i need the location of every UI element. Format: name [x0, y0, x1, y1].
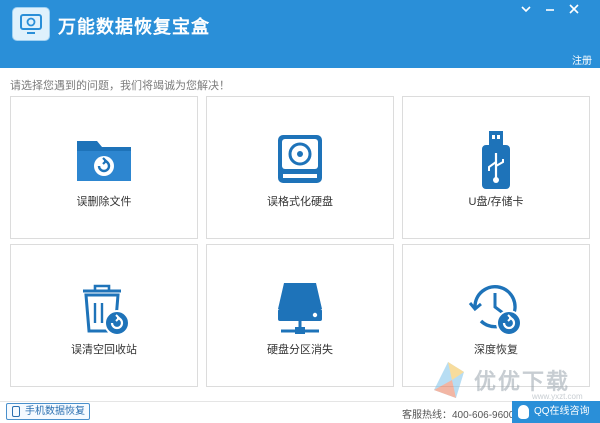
card-lost-partition[interactable]: 硬盘分区消失 — [206, 244, 394, 387]
phone-recovery-label: 手机数据恢复 — [25, 406, 85, 417]
card-label: 误格式化硬盘 — [267, 196, 333, 208]
card-label: 深度恢复 — [474, 344, 518, 356]
card-label: 误清空回收站 — [71, 344, 137, 356]
chevron-down-icon[interactable] — [518, 2, 534, 18]
phone-icon — [12, 406, 20, 417]
card-usb-card[interactable]: U盘/存储卡 — [402, 96, 590, 239]
watermark-url: www.yxzt.com — [532, 392, 583, 401]
usb-drive-icon — [482, 131, 510, 189]
recycle-bin-icon — [83, 284, 130, 336]
card-deep-recovery[interactable]: 深度恢复 — [402, 244, 590, 387]
support-hotline: 客服热线：400-606-9600 — [402, 410, 515, 421]
card-label: 误删除文件 — [76, 196, 132, 208]
folder-restore-icon — [77, 141, 131, 181]
card-label: 硬盘分区消失 — [267, 344, 333, 356]
close-icon[interactable] — [566, 2, 582, 18]
qq-icon — [518, 405, 529, 419]
app-title: 万能数据恢复宝盒 — [58, 17, 210, 37]
card-label: U盘/存储卡 — [468, 196, 524, 208]
page-subtitle: 请选择您遇到的问题，我们将竭诚为您解决！ — [10, 80, 230, 92]
card-formatted-disk[interactable]: 误格式化硬盘 — [206, 96, 394, 239]
disk-partition-icon — [278, 283, 322, 334]
register-link[interactable]: 注册 — [572, 52, 592, 67]
card-deleted-files[interactable]: 误删除文件 — [10, 96, 198, 239]
phone-recovery-button[interactable]: 手机数据恢复 — [6, 403, 90, 420]
hard-drive-format-icon — [278, 135, 322, 183]
card-recycle-bin[interactable]: 误清空回收站 — [10, 244, 198, 387]
qq-consult-button[interactable]: QQ在线咨询 — [512, 401, 600, 423]
app-logo-icon — [12, 7, 50, 41]
minimize-icon[interactable] — [542, 2, 558, 18]
clock-restore-icon — [468, 285, 522, 336]
qq-consult-label: QQ在线咨询 — [534, 406, 590, 417]
